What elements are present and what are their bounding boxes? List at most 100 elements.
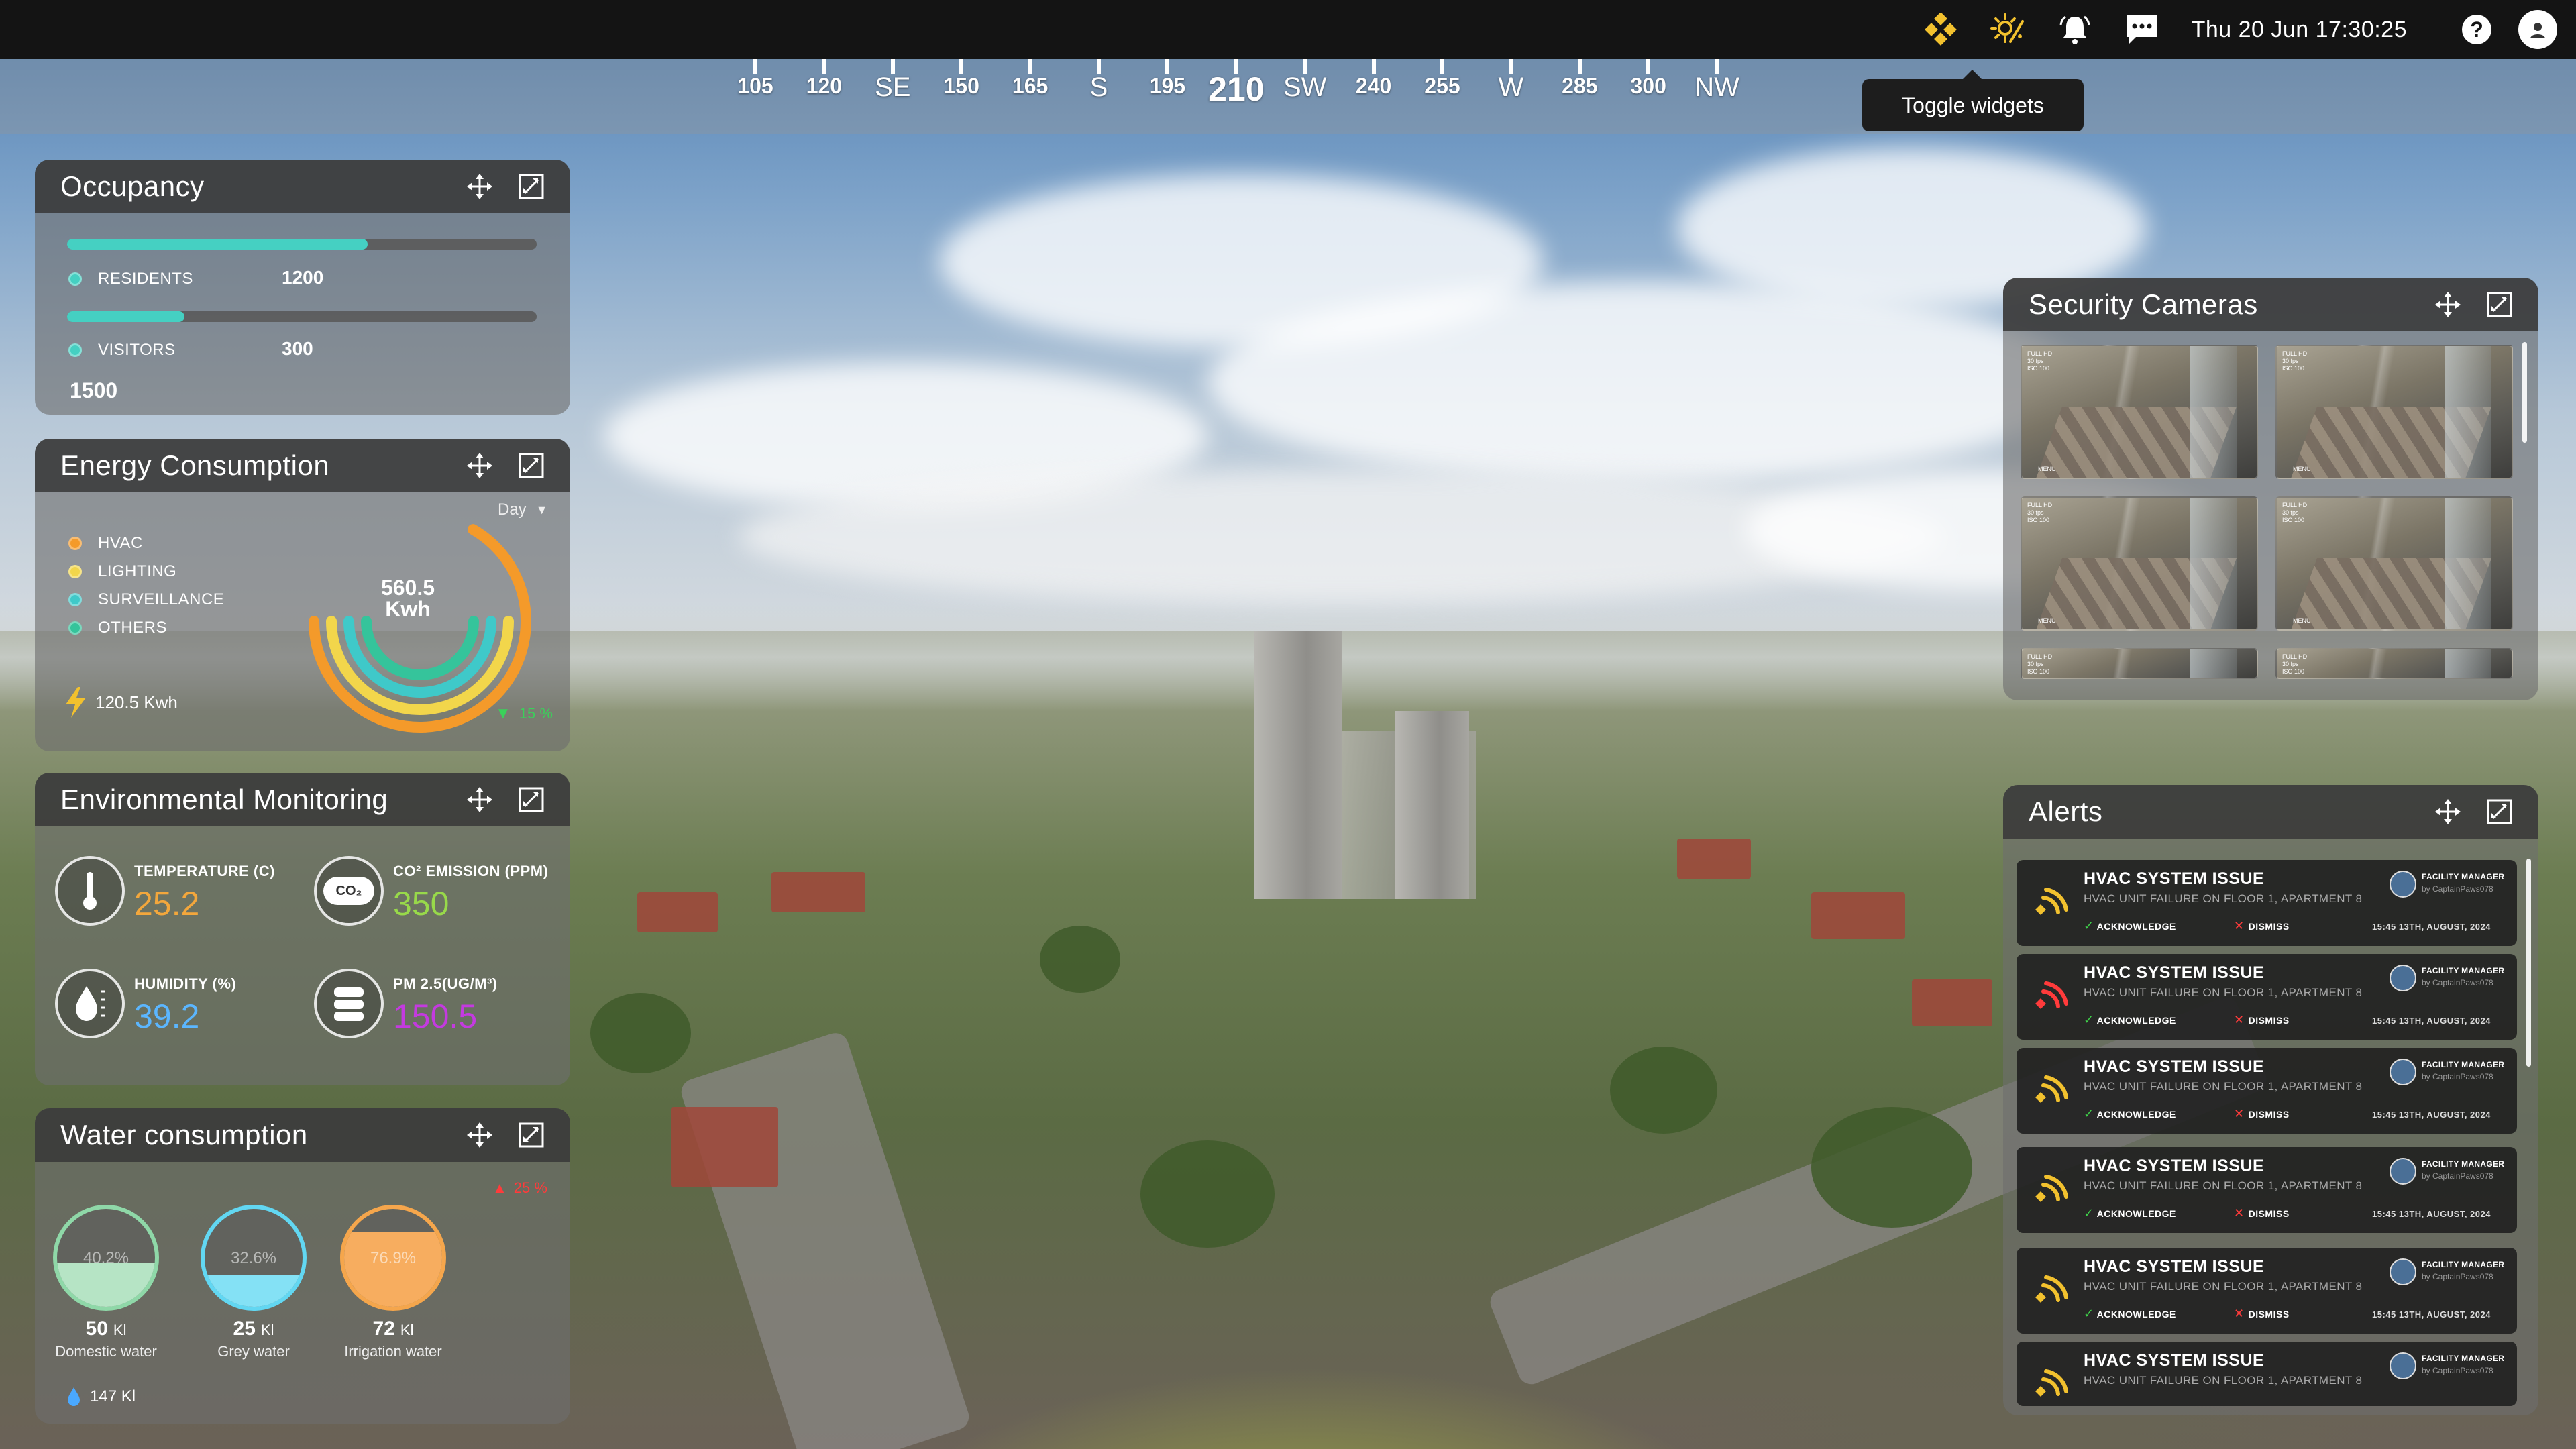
camera-osd-text: FULL HD 30 fps ISO 100 — [2282, 350, 2308, 372]
acknowledge-button[interactable]: ✓ ACKNOWLEDGE — [2084, 1307, 2176, 1321]
energy-ring-others — [361, 616, 479, 680]
alert-timestamp: 15:45 13TH, AUGUST, 2024 — [2372, 922, 2491, 932]
compass-tick — [1509, 59, 1513, 74]
alert-card[interactable]: HVAC SYSTEM ISSUE HVAC UNIT FAILURE ON F… — [2017, 860, 2517, 946]
acknowledge-label: ACKNOWLEDGE — [2096, 1309, 2176, 1320]
close-icon: ✕ — [2234, 919, 2245, 932]
expand-icon[interactable] — [518, 786, 545, 813]
weather-icon[interactable] — [1986, 8, 2029, 51]
panel-header: Water consumption — [35, 1108, 570, 1162]
water-value-unit: Kl — [113, 1322, 127, 1338]
acknowledge-button[interactable]: ✓ ACKNOWLEDGE — [2084, 919, 2176, 933]
move-icon[interactable] — [466, 451, 494, 480]
panel-header: Security Cameras — [2003, 278, 2538, 331]
alert-assignee-name: by CaptainPaws078 — [2422, 1272, 2493, 1281]
expand-icon[interactable] — [2486, 291, 2513, 318]
chat-icon[interactable] — [2121, 8, 2163, 51]
camera-scrollbar[interactable] — [2522, 342, 2527, 443]
check-icon: ✓ — [2084, 1206, 2094, 1220]
dismiss-button[interactable]: ✕ DISMISS — [2234, 1013, 2290, 1027]
expand-icon[interactable] — [518, 173, 545, 200]
alert-title: HVAC SYSTEM ISSUE — [2084, 1157, 2265, 1175]
acknowledge-button[interactable]: ✓ ACKNOWLEDGE — [2084, 1107, 2176, 1121]
compass-strip[interactable]: 105 120 SE 150 165 S 195 210 SW 240 255 W 285 300 NW — [0, 59, 2576, 134]
temperature-value: 25.2 — [134, 885, 200, 922]
dismiss-button[interactable]: ✕ DISMISS — [2234, 1107, 2290, 1121]
water-gauge-percent: 40.2% — [83, 1249, 129, 1267]
check-icon: ✓ — [2084, 919, 2094, 932]
energy-footer-value: 120.5 Kwh — [95, 692, 178, 712]
co2-value: 350 — [393, 885, 449, 922]
camera-feed[interactable]: FULL HD 30 fps ISO 100 MENU — [2275, 345, 2513, 479]
check-icon: ✓ — [2084, 1107, 2094, 1120]
camera-osd-text: FULL HD 30 fps ISO 100 — [2282, 653, 2308, 675]
move-icon[interactable] — [466, 1121, 494, 1149]
compass-label: 150 — [943, 74, 979, 98]
water-gauge: 40.2% — [53, 1205, 159, 1311]
camera-feed[interactable]: FULL HD 30 fps ISO 100 — [2021, 648, 2258, 679]
move-icon[interactable] — [466, 172, 494, 201]
camera-feed[interactable]: FULL HD 30 fps ISO 100 MENU — [2021, 345, 2258, 479]
bell-icon[interactable] — [2053, 8, 2096, 51]
expand-icon[interactable] — [518, 1122, 545, 1148]
alert-title: HVAC SYSTEM ISSUE — [2084, 963, 2265, 982]
compass-tick — [1440, 59, 1444, 74]
acknowledge-button[interactable]: ✓ ACKNOWLEDGE — [2084, 1013, 2176, 1027]
compass-tick — [1097, 59, 1101, 74]
alert-assignee-role: FACILITY MANAGER — [2422, 1354, 2505, 1363]
camera-feed[interactable]: FULL HD 30 fps ISO 100 MENU — [2275, 496, 2513, 631]
help-icon[interactable]: ? — [2455, 8, 2498, 51]
panel-title: Security Cameras — [2029, 288, 2258, 320]
dismiss-label: DISMISS — [2248, 1208, 2290, 1219]
widgets-icon[interactable] — [1919, 8, 1962, 51]
water-value-number: 25 — [233, 1318, 256, 1340]
move-icon[interactable] — [2434, 290, 2462, 319]
humidity-drop-icon — [55, 969, 125, 1038]
co2-label: CO² EMISSION (PPM) — [393, 863, 549, 879]
energy-legend-item: LIGHTING — [68, 562, 224, 581]
alert-title: HVAC SYSTEM ISSUE — [2084, 869, 2265, 888]
alerts-scrollbar[interactable] — [2526, 859, 2531, 1067]
house — [771, 872, 865, 912]
energy-legend-item: SURVEILLANCE — [68, 590, 224, 609]
compass-tick — [1028, 59, 1032, 74]
help-glyph: ? — [2462, 15, 2491, 44]
expand-icon[interactable] — [2486, 798, 2513, 825]
energy-change-value: 15 % — [519, 705, 553, 722]
dismiss-button[interactable]: ✕ DISMISS — [2234, 919, 2290, 933]
alert-card[interactable]: HVAC SYSTEM ISSUE HVAC UNIT FAILURE ON F… — [2017, 1342, 2517, 1406]
pm25-value: 150.5 — [393, 998, 478, 1035]
legend-label: SURVEILLANCE — [98, 590, 225, 608]
dismiss-button[interactable]: ✕ DISMISS — [2234, 1206, 2290, 1220]
camera-feed[interactable]: FULL HD 30 fps ISO 100 — [2275, 648, 2513, 679]
alert-assignee-name: by CaptainPaws078 — [2422, 978, 2493, 987]
panel-header: Alerts — [2003, 785, 2538, 839]
alert-card[interactable]: HVAC SYSTEM ISSUE HVAC UNIT FAILURE ON F… — [2017, 954, 2517, 1040]
alert-description: HVAC UNIT FAILURE ON FLOOR 1, APARTMENT … — [2084, 1080, 2363, 1093]
avatar[interactable] — [2518, 10, 2557, 49]
move-icon[interactable] — [2434, 798, 2462, 826]
alerts-panel: Alerts HVAC SYSTEM ISSUE HVAC UNIT FAILU… — [2003, 785, 2538, 1415]
house — [1912, 979, 1992, 1026]
tree — [590, 993, 691, 1073]
camera-osd-text: FULL HD 30 fps ISO 100 — [2027, 502, 2053, 523]
building-tower[interactable] — [1395, 711, 1469, 899]
dismiss-label: DISMISS — [2248, 1309, 2290, 1320]
alert-card[interactable]: HVAC SYSTEM ISSUE HVAC UNIT FAILURE ON F… — [2017, 1248, 2517, 1334]
water-gauge-percent: 32.6% — [230, 1249, 277, 1267]
compass-label: 165 — [1012, 74, 1049, 98]
compass-label: 240 — [1355, 74, 1392, 98]
alert-card[interactable]: HVAC SYSTEM ISSUE HVAC UNIT FAILURE ON F… — [2017, 1147, 2517, 1233]
expand-icon[interactable] — [518, 452, 545, 479]
thermometer-icon — [55, 856, 125, 926]
legend-dot — [68, 272, 82, 286]
camera-feed[interactable]: FULL HD 30 fps ISO 100 MENU — [2021, 496, 2258, 631]
alert-card[interactable]: HVAC SYSTEM ISSUE HVAC UNIT FAILURE ON F… — [2017, 1048, 2517, 1134]
move-icon[interactable] — [466, 786, 494, 814]
compass-label: 195 — [1149, 74, 1186, 98]
dismiss-button[interactable]: ✕ DISMISS — [2234, 1307, 2290, 1321]
building-tower[interactable] — [1254, 631, 1342, 899]
acknowledge-button[interactable]: ✓ ACKNOWLEDGE — [2084, 1206, 2176, 1220]
water-gauge-fill — [205, 1274, 303, 1307]
alert-signal-icon — [2035, 888, 2068, 915]
